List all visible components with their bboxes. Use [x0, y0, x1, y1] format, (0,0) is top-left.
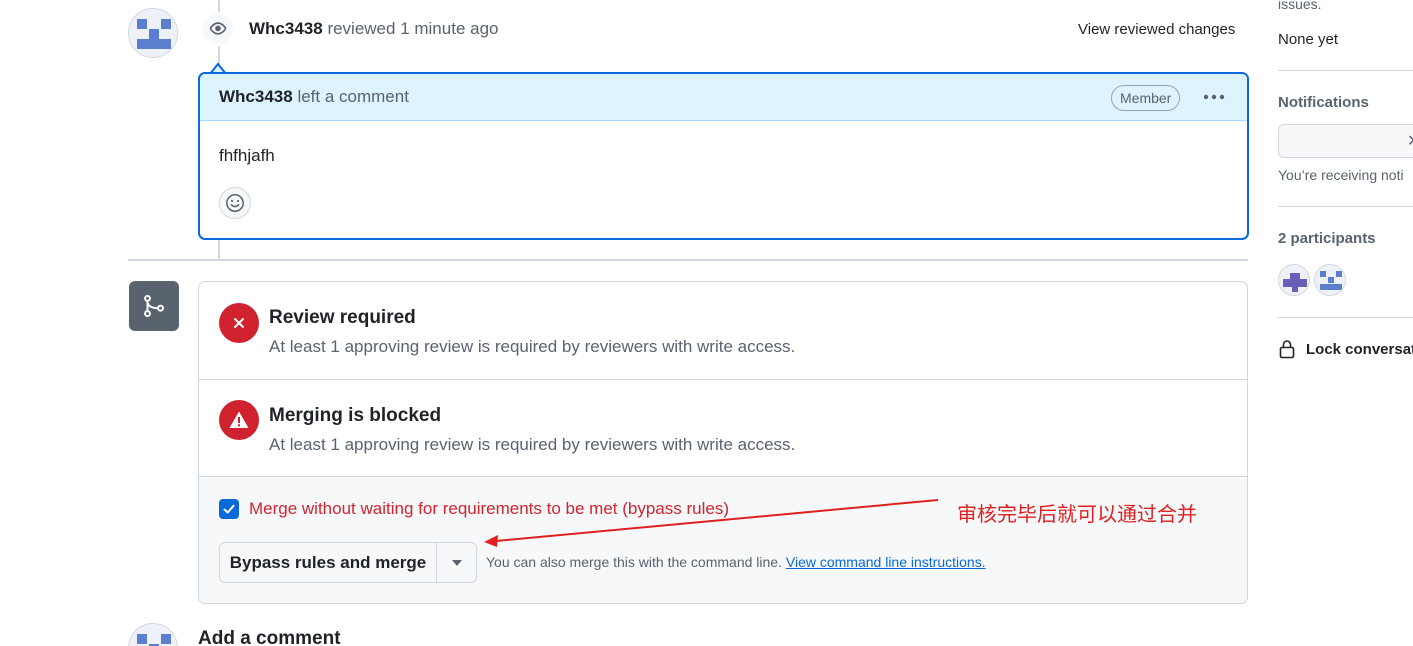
member-badge: Member: [1111, 85, 1181, 111]
comment-action: left a comment: [297, 87, 409, 106]
cli-hint: You can also merge this with the command…: [486, 554, 986, 570]
review-action: reviewed 1 minute ago: [327, 19, 499, 38]
participants-title: 2 participants: [1278, 230, 1376, 247]
notifications-button[interactable]: ✕: [1278, 124, 1413, 158]
issues-value: None yet: [1278, 31, 1339, 48]
merging-blocked-title: Merging is blocked: [269, 405, 442, 426]
x-circle-icon: [219, 303, 259, 343]
bypass-checkbox[interactable]: [219, 499, 239, 519]
alert-icon: [219, 400, 259, 440]
cli-hint-text: You can also merge this with the command…: [486, 554, 782, 570]
merging-blocked-desc: At least 1 approving review is required …: [269, 435, 796, 454]
review-required-desc: At least 1 approving review is required …: [269, 337, 796, 356]
identicon-icon: [1279, 265, 1309, 295]
bypass-section: Merge without waiting for requirements t…: [199, 477, 1247, 603]
notifications-title: Notifications: [1278, 94, 1369, 111]
review-comment: Whc3438 left a comment Member fhfhjafh: [198, 72, 1249, 240]
add-reaction-icon[interactable]: [219, 187, 251, 219]
more-options-icon[interactable]: [1200, 84, 1228, 110]
git-merge-icon: [129, 281, 179, 331]
identicon-icon: [129, 624, 177, 646]
timeline-divider: [128, 259, 1248, 261]
avatar[interactable]: [128, 623, 178, 646]
merge-options-dropdown[interactable]: [436, 542, 477, 583]
eye-icon: [201, 12, 235, 46]
comment-header: Whc3438 left a comment Member: [200, 74, 1247, 121]
sidebar-divider: [1278, 70, 1413, 71]
notifications-note: You’re receiving noti: [1278, 167, 1404, 183]
annotation-text: 审核完毕后就可以通过合并: [957, 502, 1197, 526]
merge-box: Review required At least 1 approving rev…: [198, 281, 1248, 604]
avatar[interactable]: [128, 8, 178, 58]
sidebar-divider: [1278, 317, 1413, 318]
comment-author[interactable]: Whc3438: [219, 87, 293, 106]
participant-avatar[interactable]: [1314, 264, 1346, 296]
add-comment-heading: Add a comment: [198, 628, 341, 646]
triangle-down-icon: [451, 559, 462, 566]
view-reviewed-changes-link[interactable]: View reviewed changes: [1078, 21, 1235, 38]
identicon-icon: [129, 9, 177, 57]
merging-blocked-section: Merging is blocked At least 1 approving …: [199, 380, 1247, 477]
timeline-line: [218, 240, 220, 260]
review-required-title: Review required: [269, 307, 416, 328]
lock-conversation-button[interactable]: Lock conversatio: [1278, 339, 1413, 359]
issues-text: issues.: [1278, 0, 1322, 12]
identicon-icon: [1315, 265, 1345, 295]
unsubscribe-icon: ✕: [1407, 131, 1413, 151]
comment-meta: Whc3438 left a comment: [219, 87, 409, 107]
participant-avatar[interactable]: [1278, 264, 1310, 296]
lock-icon: [1279, 340, 1295, 359]
reviewer-name[interactable]: Whc3438: [249, 19, 323, 38]
sidebar-divider: [1278, 206, 1413, 207]
review-required-section: Review required At least 1 approving rev…: [199, 282, 1247, 380]
lock-label: Lock conversatio: [1306, 340, 1413, 358]
comment-body: fhfhjafh: [219, 146, 275, 165]
bypass-merge-button[interactable]: Bypass rules and merge: [219, 542, 437, 583]
bypass-label[interactable]: Merge without waiting for requirements t…: [249, 499, 729, 519]
cli-instructions-link[interactable]: View command line instructions.: [786, 554, 986, 570]
review-event: Whc3438 reviewed 1 minute ago: [249, 19, 498, 39]
